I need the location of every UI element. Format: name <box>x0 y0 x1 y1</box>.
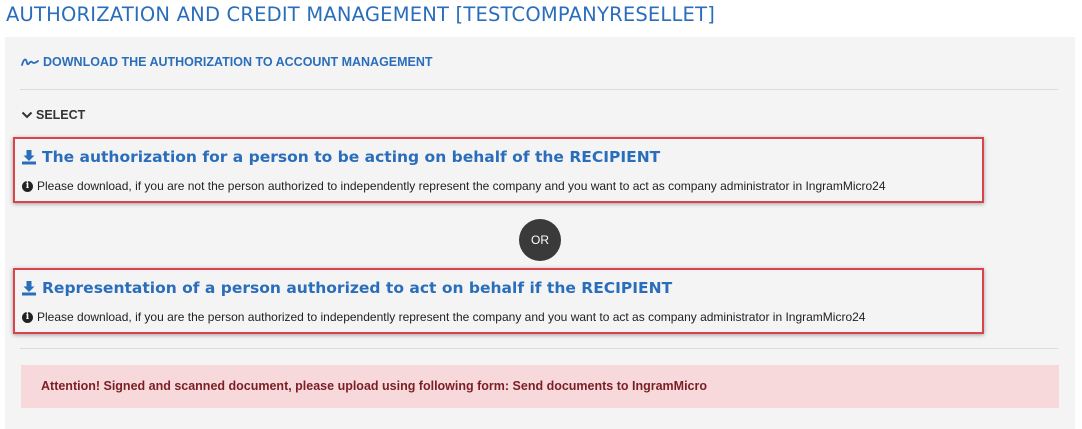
or-badge: OR <box>519 219 561 261</box>
option-title-label: The authorization for a person to be act… <box>42 148 661 166</box>
attention-alert: Attention! Signed and scanned document, … <box>21 365 1059 408</box>
signature-icon <box>21 58 39 66</box>
info-icon: i <box>22 311 33 323</box>
download-representation-link[interactable]: Representation of a person authorized to… <box>21 279 672 297</box>
download-authorization-label: DOWNLOAD THE AUTHORIZATION TO ACCOUNT MA… <box>43 55 433 69</box>
download-authorization-link[interactable]: DOWNLOAD THE AUTHORIZATION TO ACCOUNT MA… <box>21 55 433 69</box>
option-title-label: Representation of a person authorized to… <box>42 279 673 297</box>
select-label: SELECT <box>36 108 86 122</box>
option-info-text: Please download, if you are the person a… <box>37 310 866 324</box>
divider <box>20 89 1058 90</box>
select-toggle[interactable]: SELECT <box>21 108 85 122</box>
divider <box>20 348 1058 349</box>
option-representation-card: Representation of a person authorized to… <box>13 268 984 334</box>
option-info: i Please download, if you are the person… <box>22 310 865 324</box>
download-authorization-person-link[interactable]: The authorization for a person to be act… <box>21 148 660 166</box>
download-icon <box>22 150 36 165</box>
download-icon <box>22 281 36 296</box>
option-info: i Please download, if you are not the pe… <box>22 179 886 193</box>
page-title: AUTHORIZATION AND CREDIT MANAGEMENT [TES… <box>6 3 716 26</box>
option-authorization-card: The authorization for a person to be act… <box>13 137 984 203</box>
info-icon: i <box>22 180 33 192</box>
chevron-down-icon <box>21 111 33 119</box>
option-info-text: Please download, if you are not the pers… <box>37 179 886 193</box>
